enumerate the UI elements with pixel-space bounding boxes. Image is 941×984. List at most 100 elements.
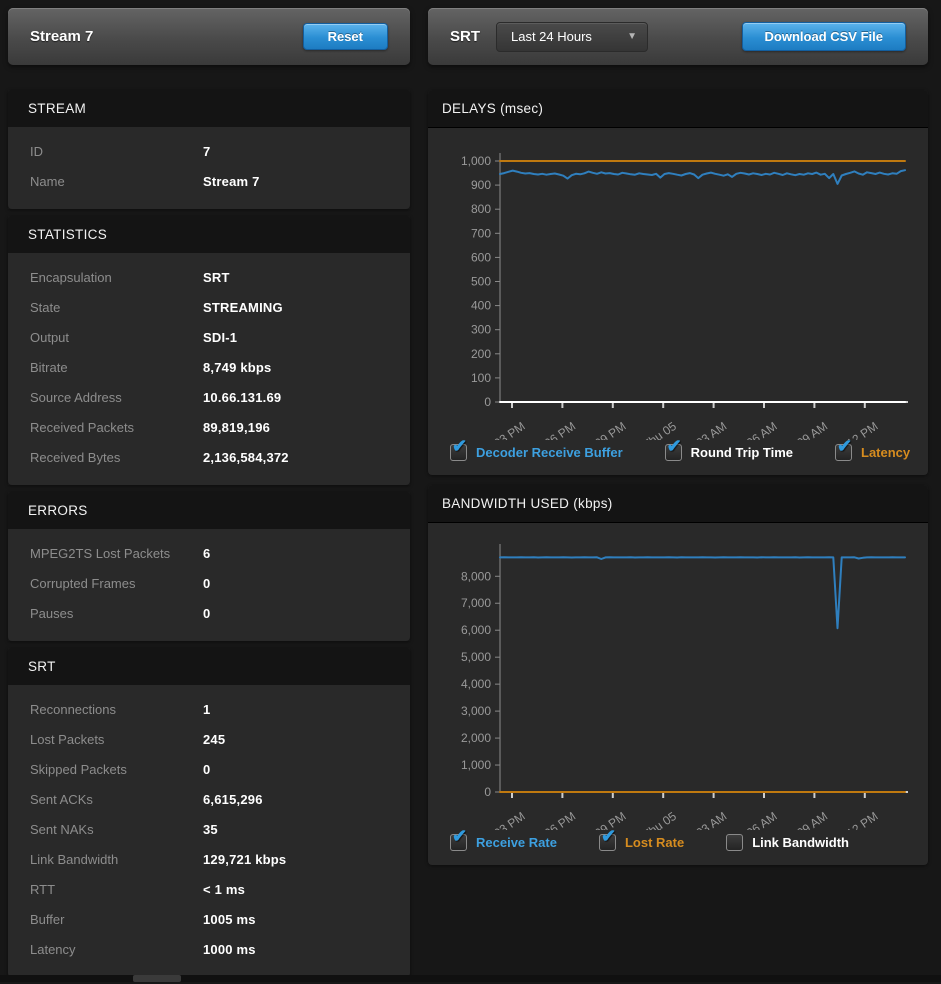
srt-header-panel: SRT Last 24 Hours ▼ Download CSV File (428, 8, 928, 65)
legend-item-link-bandwidth[interactable]: Link Bandwidth (726, 834, 849, 851)
stat-label: Sent ACKs (30, 792, 93, 807)
stat-row: Name Stream 7 (8, 167, 410, 197)
svg-text:03 PM: 03 PM (491, 419, 527, 440)
stat-label: Source Address (30, 390, 122, 405)
stat-row: Received Packets 89,819,196 (8, 413, 410, 443)
stat-row: Corrupted Frames0 (8, 569, 410, 599)
stat-value: 6,615,296 (203, 785, 263, 815)
svg-text:4,000: 4,000 (461, 677, 491, 691)
stat-value: 8,749 kbps (203, 353, 272, 383)
horizontal-scrollbar[interactable] (0, 975, 941, 982)
svg-text:600: 600 (471, 250, 491, 264)
stat-value: 35 (203, 815, 218, 845)
stat-row: Received Bytes2,136,584,372 (8, 443, 410, 473)
stat-value: 1005 ms (203, 905, 256, 935)
checkbox-latency[interactable] (835, 444, 852, 461)
checkbox-link-bandwidth[interactable] (726, 834, 743, 851)
legend-item-decoder-receive-buffer[interactable]: Decoder Receive Buffer (450, 444, 623, 461)
bandwidth-used-kbps-panel: BANDWIDTH USED (kbps)01,0002,0003,0004,0… (428, 485, 928, 865)
svg-text:03 AM: 03 AM (693, 419, 729, 440)
download-csv-button[interactable]: Download CSV File (742, 22, 906, 51)
legend-item-round-trip-time[interactable]: Round Trip Time (665, 444, 793, 461)
stat-label: Skipped Packets (30, 762, 127, 777)
stat-row: MPEG2TS Lost Packets6 (8, 539, 410, 569)
stat-value: Stream 7 (203, 167, 260, 197)
section-body: MPEG2TS Lost Packets6Corrupted Frames0 Pa… (8, 529, 410, 641)
legend-item-latency[interactable]: Latency (835, 444, 910, 461)
chart-title: BANDWIDTH USED (kbps) (428, 485, 928, 523)
legend-item-lost-rate[interactable]: Lost Rate (599, 834, 684, 851)
stat-row: EncapsulationSRT (8, 263, 410, 293)
legend-label: Round Trip Time (691, 445, 793, 460)
svg-text:Thu 05: Thu 05 (640, 809, 679, 830)
stat-label: Lost Packets (30, 732, 104, 747)
svg-text:06 PM: 06 PM (542, 809, 578, 830)
stat-value: 89,819,196 (203, 413, 270, 443)
stat-row: Sent NAKs 35 (8, 815, 410, 845)
svg-text:200: 200 (471, 347, 491, 361)
stat-label: Encapsulation (30, 270, 112, 285)
stat-label: Received Packets (30, 420, 134, 435)
svg-text:1,000: 1,000 (461, 154, 491, 168)
svg-text:900: 900 (471, 178, 491, 192)
delays-msec-panel: DELAYS (msec)010020030040050060070080090… (428, 90, 928, 475)
stat-label: Output (30, 330, 69, 345)
stat-label: Name (30, 174, 65, 189)
section-title: ERRORS (8, 492, 410, 529)
stat-value: 0 (203, 599, 210, 629)
svg-text:7,000: 7,000 (461, 596, 491, 610)
left-column: Stream 7 Reset STREAMID7NameStream 7STAT… (8, 8, 410, 984)
svg-text:0: 0 (484, 395, 491, 409)
bandwidth-used-kbps-chart: 01,0002,0003,0004,0005,0006,0007,0008,00… (428, 523, 928, 830)
stat-row: Reconnections1 (8, 695, 410, 725)
svg-text:0: 0 (484, 785, 491, 799)
svg-text:300: 300 (471, 323, 491, 337)
stat-label: Buffer (30, 912, 64, 927)
svg-text:3,000: 3,000 (461, 704, 491, 718)
stat-label: Received Bytes (30, 450, 120, 465)
stat-row: RTT< 1 ms (8, 875, 410, 905)
legend-label: Link Bandwidth (752, 835, 849, 850)
stat-row: Link Bandwidth129,721 kbps (8, 845, 410, 875)
chart-legend: Decoder Receive Buffer Round Trip Time Lat… (428, 440, 928, 475)
stat-row: Latency1000 ms (8, 935, 410, 965)
reset-button[interactable]: Reset (303, 23, 388, 50)
charts-column: DELAYS (msec)010020030040050060070080090… (428, 90, 928, 865)
stat-label: Pauses (30, 606, 73, 621)
stat-value: 1 (203, 695, 210, 725)
stat-value: 0 (203, 755, 210, 785)
section-title: SRT (8, 648, 410, 685)
stat-value: SDI-1 (203, 323, 237, 353)
stat-row: ID7 (8, 137, 410, 167)
stream-title: Stream 7 (30, 28, 93, 45)
stat-row: Lost Packets245 (8, 725, 410, 755)
section-errors: ERRORSMPEG2TS Lost Packets6Corrupted Fra… (8, 492, 410, 641)
stat-label: ID (30, 144, 43, 159)
time-range-dropdown[interactable]: Last 24 Hours ▼ (496, 22, 648, 52)
stat-label: Latency (30, 942, 76, 957)
legend-label: Latency (861, 445, 910, 460)
svg-text:06 AM: 06 AM (744, 809, 780, 830)
section-statistics: STATISTICSEncapsulationSRTStateSTREAMING… (8, 216, 410, 485)
svg-text:1,000: 1,000 (461, 758, 491, 772)
svg-text:09 PM: 09 PM (592, 419, 628, 440)
section-srt: SRTReconnections1Lost Packets245Skipped … (8, 648, 410, 977)
stat-row: Buffer 1005 ms (8, 905, 410, 935)
chart-title: DELAYS (msec) (428, 90, 928, 128)
checkbox-decoder-receive-buffer[interactable] (450, 444, 467, 461)
svg-text:5,000: 5,000 (461, 650, 491, 664)
stat-row: Output SDI-1 (8, 323, 410, 353)
checkbox-round-trip-time[interactable] (665, 444, 682, 461)
section-title: STATISTICS (8, 216, 410, 253)
chart-legend: Receive Rate Lost Rate Link Bandwidth (428, 830, 928, 865)
stat-row: Skipped Packets 0 (8, 755, 410, 785)
stat-label: Sent NAKs (30, 822, 94, 837)
checkbox-lost-rate[interactable] (599, 834, 616, 851)
legend-item-receive-rate[interactable]: Receive Rate (450, 834, 557, 851)
dashboard-page: { "left_header": { "title": "Stream 7", … (0, 0, 941, 982)
stat-row: Bitrate8,749 kbps (8, 353, 410, 383)
stat-value: STREAMING (203, 293, 283, 323)
scrollbar-thumb[interactable] (133, 975, 181, 982)
checkbox-receive-rate[interactable] (450, 834, 467, 851)
svg-text:06 AM: 06 AM (744, 419, 780, 440)
